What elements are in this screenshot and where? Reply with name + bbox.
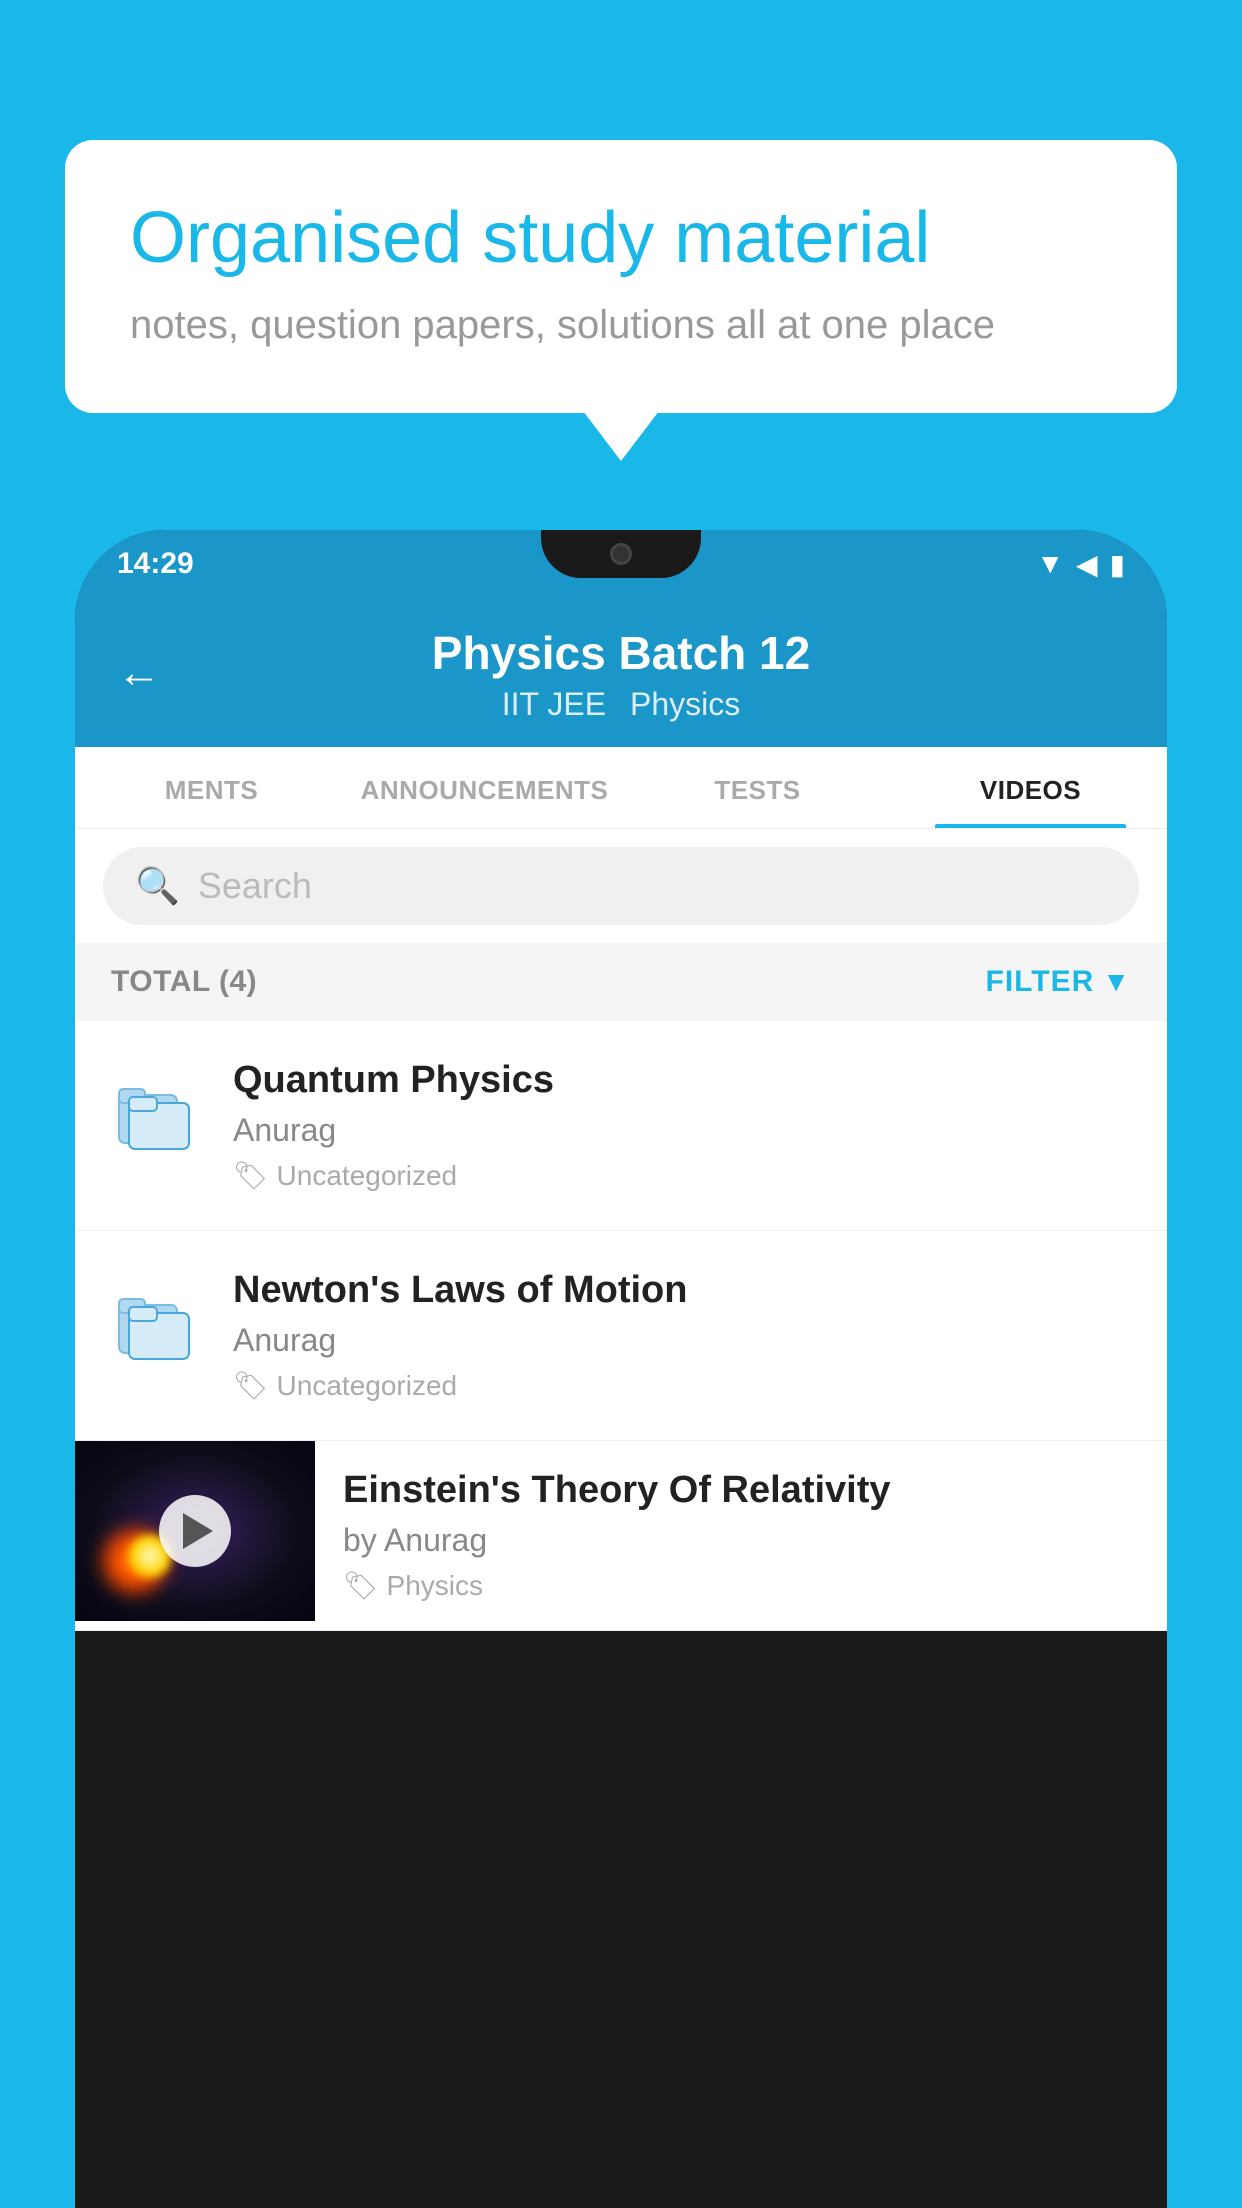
video-tag-icon: 🏷 [343, 1569, 379, 1602]
search-placeholder: Search [198, 865, 312, 907]
list-item-content-2: Newton's Laws of Motion Anurag 🏷 Uncateg… [233, 1269, 1131, 1402]
tab-ments-label: MENTS [165, 775, 259, 805]
folder-icon-2 [111, 1277, 201, 1367]
header-subtitle: IIT JEE Physics [502, 686, 741, 723]
list-item-tag-1: 🏷 Uncategorized [233, 1159, 1131, 1192]
back-button[interactable]: ← [117, 648, 161, 698]
filter-button[interactable]: FILTER ▼ [986, 965, 1131, 999]
app-content: 🔍 Search TOTAL (4) FILTER ▼ [75, 829, 1167, 1631]
tab-ments[interactable]: MENTS [75, 747, 348, 828]
tag-text-2: Uncategorized [277, 1370, 458, 1402]
speech-bubble-title: Organised study material [130, 195, 1112, 281]
total-count: TOTAL (4) [111, 965, 257, 999]
tag-icon-2: 🏷 [233, 1369, 269, 1402]
filter-icon: ▼ [1102, 966, 1131, 998]
video-item-title: Einstein's Theory Of Relativity [343, 1469, 1139, 1512]
status-bar: 14:29 ▼ ◀ ▮ [75, 530, 1167, 598]
video-thumbnail [75, 1441, 315, 1621]
list-item-author-2: Anurag [233, 1322, 1131, 1359]
speech-bubble: Organised study material notes, question… [65, 140, 1177, 413]
tab-tests-label: TESTS [714, 775, 800, 805]
tab-bar: MENTS ANNOUNCEMENTS TESTS VIDEOS [75, 747, 1167, 829]
video-item-author: by Anurag [343, 1522, 1139, 1559]
camera-icon [610, 543, 632, 565]
list-container: Quantum Physics Anurag 🏷 Uncategorized [75, 1021, 1167, 1631]
list-item-title-2: Newton's Laws of Motion [233, 1269, 1131, 1312]
tag-text-1: Uncategorized [277, 1160, 458, 1192]
video-item-tag: 🏷 Physics [343, 1569, 1139, 1602]
tag-icon-1: 🏷 [233, 1159, 269, 1192]
tab-announcements-label: ANNOUNCEMENTS [361, 775, 609, 805]
tab-tests[interactable]: TESTS [621, 747, 894, 828]
filter-label: FILTER [986, 965, 1095, 999]
status-time: 14:29 [117, 547, 194, 581]
app-header: ← Physics Batch 12 IIT JEE Physics [75, 598, 1167, 747]
list-item-author-1: Anurag [233, 1112, 1131, 1149]
header-subtitle-part2: Physics [630, 686, 740, 723]
search-icon: 🔍 [135, 865, 180, 907]
signal-icon: ◀ [1076, 548, 1098, 581]
list-item-2[interactable]: Newton's Laws of Motion Anurag 🏷 Uncateg… [75, 1231, 1167, 1441]
folder-icon-1 [111, 1067, 201, 1157]
speech-bubble-subtitle: notes, question papers, solutions all at… [130, 303, 1112, 348]
speech-bubble-container: Organised study material notes, question… [65, 140, 1177, 413]
list-item[interactable]: Quantum Physics Anurag 🏷 Uncategorized [75, 1021, 1167, 1231]
notch [541, 530, 701, 578]
list-item-title-1: Quantum Physics [233, 1059, 1131, 1102]
video-tag-text: Physics [387, 1570, 483, 1602]
battery-icon: ▮ [1110, 548, 1125, 581]
tab-videos-label: VIDEOS [980, 775, 1081, 805]
play-icon [183, 1513, 213, 1549]
wifi-icon: ▼ [1036, 548, 1064, 580]
header-title: Physics Batch 12 [432, 626, 810, 680]
list-item-tag-2: 🏷 Uncategorized [233, 1369, 1131, 1402]
list-item-content-1: Quantum Physics Anurag 🏷 Uncategorized [233, 1059, 1131, 1192]
tab-videos[interactable]: VIDEOS [894, 747, 1167, 828]
header-subtitle-part1: IIT JEE [502, 686, 606, 723]
video-item-content: Einstein's Theory Of Relativity by Anura… [315, 1441, 1167, 1630]
total-row: TOTAL (4) FILTER ▼ [75, 943, 1167, 1021]
play-button[interactable] [159, 1495, 231, 1567]
tab-announcements[interactable]: ANNOUNCEMENTS [348, 747, 621, 828]
phone-frame: 14:29 ▼ ◀ ▮ ← Physics Batch 12 IIT JEE P… [75, 530, 1167, 2208]
status-icons: ▼ ◀ ▮ [1036, 548, 1125, 581]
search-bar-container: 🔍 Search [75, 829, 1167, 943]
search-bar[interactable]: 🔍 Search [103, 847, 1139, 925]
video-item[interactable]: Einstein's Theory Of Relativity by Anura… [75, 1441, 1167, 1631]
